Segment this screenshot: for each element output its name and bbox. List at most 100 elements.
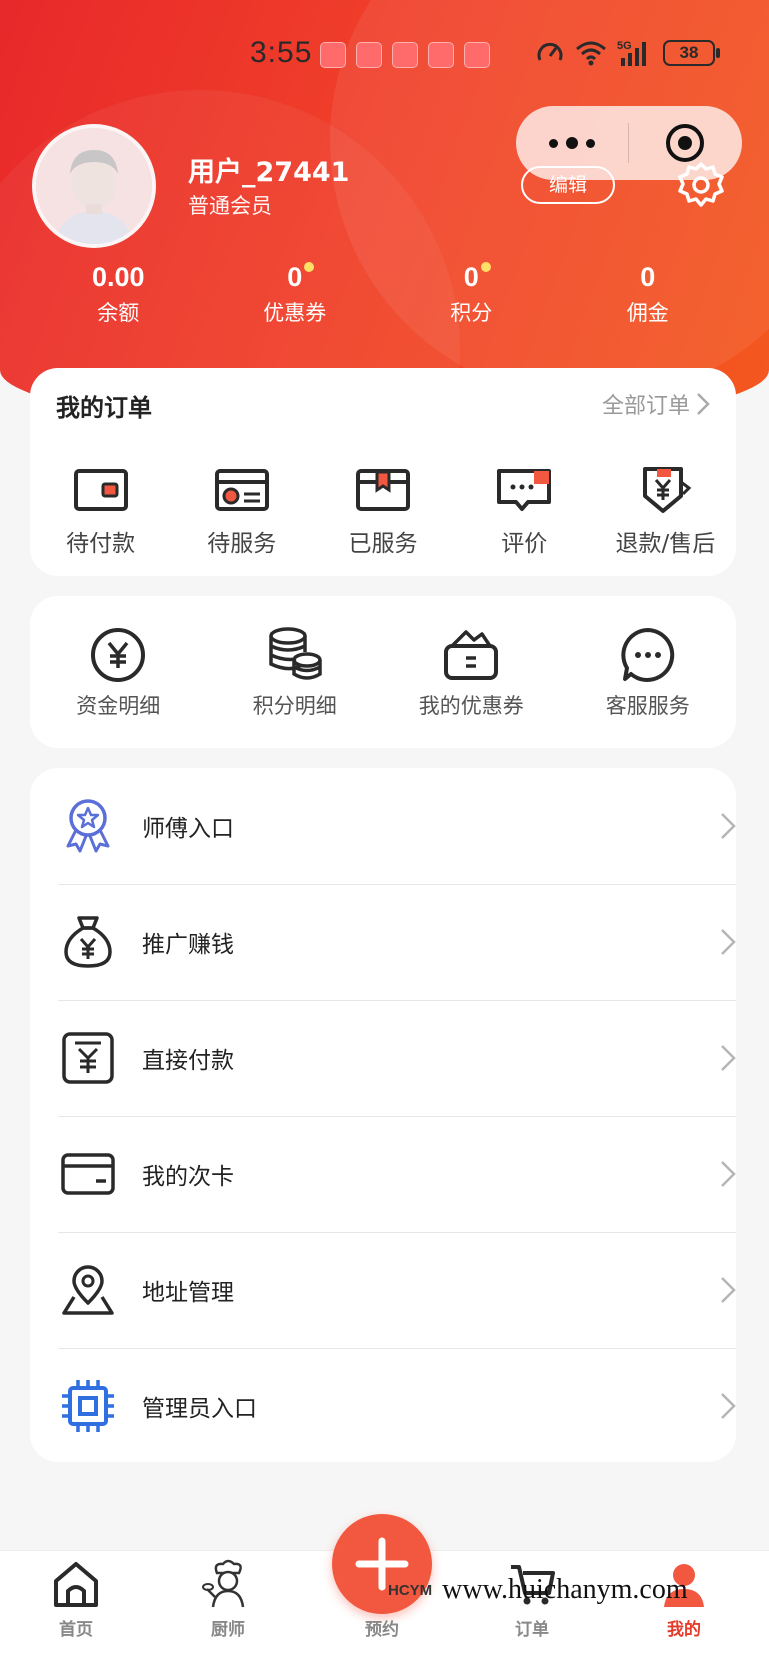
edit-profile-button[interactable]: 编辑 <box>521 166 615 204</box>
tab-label: 厨师 <box>211 1620 245 1640</box>
book-label: 预约 <box>365 1620 399 1640</box>
menu-item-punch-card[interactable]: 我的次卡 <box>58 1116 736 1232</box>
menu-item-direct-payment[interactable]: 直接付款 <box>58 1000 736 1116</box>
order-pending-payment[interactable]: 待付款 <box>30 466 171 558</box>
chip-icon <box>62 1380 114 1432</box>
menu-item-address[interactable]: 地址管理 <box>58 1232 736 1348</box>
stat-value: 0.00 <box>91 262 145 292</box>
stat-label: 余额 <box>97 301 140 325</box>
order-served[interactable]: 已服务 <box>312 466 453 558</box>
coupon-wallet-icon <box>444 630 499 680</box>
close-miniprogram-button[interactable] <box>629 121 741 165</box>
order-item-label: 退款/售后 <box>615 531 716 557</box>
menu-item-label: 管理员入口 <box>142 1396 257 1422</box>
wifi-icon <box>576 41 606 66</box>
box-icon <box>356 469 410 511</box>
order-item-label: 已服务 <box>348 531 418 557</box>
settings-button[interactable] <box>676 160 726 210</box>
app-notification-icon <box>428 42 454 68</box>
customer-service-link[interactable]: 客服服务 <box>560 626 737 720</box>
order-review[interactable]: 评价 <box>454 466 595 558</box>
chevron-right-icon <box>721 1161 736 1187</box>
chevron-right-icon <box>721 1045 736 1071</box>
wallet-icon <box>73 469 128 511</box>
more-menu-button[interactable] <box>516 137 628 149</box>
chevron-right-icon <box>721 1277 736 1303</box>
my-orders-card: 我的订单 全部订单 待付款 待服务 已服务 评价 退款/售后 <box>30 368 736 576</box>
order-item-label: 评价 <box>501 531 548 557</box>
stat-label: 佣金 <box>626 301 669 325</box>
order-refund[interactable]: 退款/售后 <box>595 466 736 558</box>
new-dot-icon <box>480 262 491 272</box>
menu-item-label: 直接付款 <box>142 1048 234 1074</box>
new-dot-icon <box>304 262 315 272</box>
stat-label: 优惠券 <box>263 301 327 325</box>
tab-home[interactable]: 首页 <box>16 1559 136 1640</box>
coins-icon <box>269 627 322 680</box>
stat-balance[interactable]: 0.00 余额 <box>30 262 207 327</box>
orders-title: 我的订单 <box>56 394 152 422</box>
menu-item-label: 师傅入口 <box>142 816 234 842</box>
app-notification-icon <box>464 42 490 68</box>
quick-links-card: 资金明细 积分明细 我的优惠券 客服服务 <box>30 596 736 748</box>
order-item-label: 待付款 <box>66 531 136 557</box>
svg-text:5G: 5G <box>617 40 632 52</box>
quick-item-label: 我的优惠券 <box>418 694 524 718</box>
signal-icon: 5G <box>617 40 646 66</box>
stat-label: 积分 <box>450 301 493 325</box>
home-icon <box>54 1562 98 1607</box>
yuan-circle-icon <box>91 628 146 682</box>
quick-item-label: 客服服务 <box>605 694 690 718</box>
app-notification-icon <box>320 42 346 68</box>
menu-item-master-entry[interactable]: 师傅入口 <box>58 768 736 884</box>
status-bar: 3:55 5G 38 <box>0 30 769 80</box>
chef-icon <box>202 1559 245 1608</box>
stat-value: 0 <box>463 262 479 292</box>
menu-item-promotion[interactable]: 推广赚钱 <box>58 884 736 1000</box>
app-notification-icon <box>356 42 382 68</box>
tab-label: 首页 <box>59 1620 93 1640</box>
money-bag-icon <box>64 916 112 968</box>
menu-item-label: 推广赚钱 <box>142 932 234 958</box>
my-coupons-link[interactable]: 我的优惠券 <box>383 626 560 720</box>
tab-label: 订单 <box>515 1620 549 1640</box>
battery-indicator: 38 <box>663 40 720 66</box>
stat-commission[interactable]: 0 佣金 <box>560 262 737 327</box>
payment-icon <box>62 1032 114 1084</box>
menu-item-label: 地址管理 <box>142 1280 234 1306</box>
order-pending-service[interactable]: 待服务 <box>171 466 312 558</box>
all-orders-label: 全部订单 <box>601 394 690 419</box>
points-details-link[interactable]: 积分明细 <box>207 626 384 720</box>
location-pin-icon <box>62 1265 114 1315</box>
target-icon <box>666 124 704 162</box>
refund-icon <box>643 467 692 513</box>
avatar[interactable] <box>32 124 156 248</box>
quick-item-label: 积分明细 <box>252 694 337 718</box>
stat-coupons[interactable]: 0 优惠券 <box>207 262 384 327</box>
member-level: 普通会员 <box>188 194 272 218</box>
system-icons: 5G 38 <box>535 38 720 68</box>
chevron-right-icon <box>721 813 736 839</box>
order-item-label: 待服务 <box>207 531 277 557</box>
fund-details-link[interactable]: 资金明细 <box>30 626 207 720</box>
chat-icon <box>621 628 674 682</box>
award-ribbon-icon <box>66 799 110 853</box>
card-icon <box>61 1153 115 1195</box>
menu-list-card: 师傅入口 推广赚钱 直接付款 我的次卡 地址管理 管理员入口 <box>30 768 736 1462</box>
avatar-placeholder-icon <box>36 128 152 244</box>
watermark-logo: HCYM <box>388 1581 433 1599</box>
chevron-right-icon <box>721 1393 736 1419</box>
speed-icon <box>537 42 563 61</box>
quick-item-label: 资金明细 <box>76 694 161 718</box>
dot-icon <box>566 137 578 149</box>
tab-chef[interactable]: 厨师 <box>168 1559 288 1640</box>
all-orders-link[interactable]: 全部订单 <box>602 388 710 420</box>
menu-item-label: 我的次卡 <box>142 1164 234 1190</box>
chevron-right-icon <box>721 929 736 955</box>
account-stats: 0.00 余额 0 优惠券 0 积分 0 佣金 <box>30 262 736 327</box>
comment-icon <box>497 469 552 511</box>
dot-icon <box>549 138 558 148</box>
stat-points[interactable]: 0 积分 <box>383 262 560 327</box>
menu-item-admin-entry[interactable]: 管理员入口 <box>58 1348 736 1464</box>
watermark: HCYM www.huichanym.com <box>388 1574 688 1606</box>
